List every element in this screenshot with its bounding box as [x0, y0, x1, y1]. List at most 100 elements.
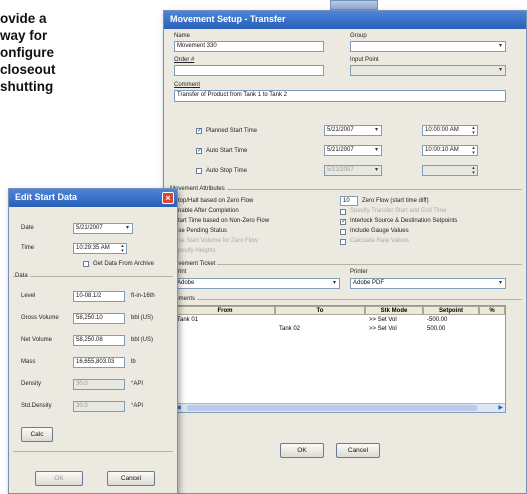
auto-stop-date-value: 5/21/2007	[327, 167, 354, 173]
movement-setup-window: Movement Setup - Transfer Name Movement …	[163, 10, 527, 494]
chevron-down-icon[interactable]: ▾	[123, 224, 132, 233]
auto-stop-date[interactable]: 5/21/2007 ▾	[324, 165, 382, 176]
gross-volume-unit: bbl (US)	[131, 315, 154, 321]
gross-volume-input[interactable]: 58,250.10	[73, 313, 125, 324]
group-select[interactable]: ▾	[350, 41, 506, 52]
net-volume-label: Net Volume	[21, 337, 53, 343]
printer-label: Printer	[350, 269, 368, 275]
planned-start-label: Planned Start Time	[206, 128, 258, 134]
density-input[interactable]: 30.0	[73, 379, 125, 390]
density-unit: °API	[131, 381, 144, 387]
elements-divider	[168, 299, 522, 300]
cancel-button[interactable]: Cancel	[336, 443, 380, 458]
density-label: Density	[21, 381, 42, 387]
date-select[interactable]: 5/21/2007 ▾	[73, 223, 133, 234]
dialog-footer-divider	[13, 451, 173, 452]
auto-start-checkbox[interactable]: ✓	[196, 148, 202, 154]
dialog-cancel-button[interactable]: Cancel	[107, 471, 155, 486]
attr-enable-after[interactable]: Enable After Completion	[174, 208, 239, 214]
date-label: Date	[21, 225, 34, 231]
planned-start-time-value: 10:00:00 AM	[425, 127, 459, 133]
col-to[interactable]: To	[275, 306, 365, 315]
time-input[interactable]: 10:29:35 AM ▴ ▾	[73, 243, 127, 254]
spinner-icon[interactable]: ▴ ▾	[470, 166, 477, 175]
print-select[interactable]: Adobe ▾	[174, 278, 340, 289]
level-unit: ft-in-16th	[131, 293, 155, 299]
name-label: Name	[174, 33, 191, 39]
table-row[interactable]: Tank 01 >> Set Vol -500.00	[175, 316, 505, 325]
spinner-icon[interactable]: ▴ ▾	[470, 126, 477, 135]
attr-specify-transfer-checkbox[interactable]	[340, 209, 346, 215]
col-stk-mode[interactable]: Stk Mode	[365, 306, 423, 315]
chevron-down-icon[interactable]: ▾	[372, 146, 381, 155]
horizontal-scrollbar[interactable]: ◀ ▶	[175, 403, 505, 412]
name-input[interactable]: Movement 330	[174, 41, 324, 52]
chevron-down-icon[interactable]: ▾	[496, 66, 505, 75]
time-value: 10:29:35 AM	[76, 245, 110, 251]
attr-start-volume[interactable]: Use Start Volume for Zero Flow	[174, 238, 258, 244]
net-volume-unit: bbl (US)	[131, 337, 154, 343]
auto-stop-checkbox[interactable]	[196, 168, 202, 174]
get-data-checkbox[interactable]	[83, 261, 89, 267]
ok-button[interactable]: OK	[280, 443, 324, 458]
attr-zero-flow[interactable]: Stop/Halt based on Zero Flow	[174, 198, 253, 204]
chevron-down-icon[interactable]: ▾	[496, 279, 505, 288]
attr-interlock-checkbox[interactable]: ✓	[340, 219, 346, 225]
std-density-input[interactable]: 30.0	[73, 401, 125, 412]
planned-start-time[interactable]: 10:00:00 AM ▴ ▾	[422, 125, 478, 136]
order-input[interactable]	[174, 65, 324, 76]
ticket-divider	[168, 264, 522, 265]
planned-start-checkbox[interactable]: ✓	[196, 128, 202, 134]
window-title: Movement Setup - Transfer	[164, 11, 526, 29]
col-setpoint[interactable]: Setpoint	[423, 306, 479, 315]
attr-pending[interactable]: Use Pending Status	[174, 228, 227, 234]
scroll-thumb[interactable]	[187, 405, 477, 411]
spinner-icon[interactable]: ▴ ▾	[119, 244, 126, 253]
comment-input[interactable]: Transfer of Product from Tank 1 to Tank …	[174, 90, 506, 102]
auto-start-label: Auto Start Time	[206, 148, 248, 154]
col-pct[interactable]: %	[479, 306, 505, 315]
col-from[interactable]: From	[175, 306, 275, 315]
attr-specify-transfer: Specify Transfer Start and End Time	[350, 208, 447, 214]
comment-label: Comment	[174, 82, 201, 88]
mass-label: Mass	[21, 359, 36, 365]
mass-unit: lb	[131, 359, 136, 365]
auto-start-date[interactable]: 5/21/2007 ▾	[324, 145, 382, 156]
auto-start-time[interactable]: 10:00:10 AM ▴ ▾	[422, 145, 478, 156]
auto-start-time-value: 10:00:10 AM	[425, 147, 459, 153]
row-to: Tank 02	[279, 326, 301, 332]
attr-heights[interactable]: Specify Heights	[174, 248, 216, 254]
row-setpoint: -500.00	[427, 317, 448, 323]
printer-select[interactable]: Adobe PDF ▾	[350, 278, 506, 289]
edit-start-data-dialog: Edit Start Data × Date 5/21/2007 ▾ Time 1…	[8, 188, 178, 494]
mass-input[interactable]: 16,655,803.03	[73, 357, 125, 368]
chevron-down-icon[interactable]: ▾	[372, 166, 381, 175]
time-label: Time	[21, 245, 35, 251]
elements-grid[interactable]: From To Stk Mode Setpoint % Tank 01 >> S…	[174, 305, 506, 413]
auto-stop-time[interactable]: ▴ ▾	[422, 165, 478, 176]
dialog-ok-button[interactable]: OK	[35, 471, 83, 486]
scroll-right-icon[interactable]: ▶	[498, 404, 503, 411]
table-row[interactable]: Tank 02 >> Set Vol 500.00	[175, 325, 505, 334]
print-value: Adobe	[177, 280, 195, 286]
calc-button[interactable]: Calc	[21, 427, 53, 442]
zero-flow-input[interactable]: 10	[340, 196, 358, 206]
row-mode: >> Set Vol	[369, 326, 397, 332]
data-label: Data	[15, 273, 30, 279]
planned-start-date[interactable]: 5/21/2007 ▾	[324, 125, 382, 136]
net-volume-input[interactable]: 58,250.08	[73, 335, 125, 346]
input-point-select[interactable]: ▾	[350, 65, 506, 76]
attr-gauge-checkbox[interactable]	[340, 229, 346, 235]
group-label: Group	[350, 33, 367, 39]
chevron-down-icon[interactable]: ▾	[496, 42, 505, 51]
chevron-down-icon[interactable]: ▾	[330, 279, 339, 288]
level-input[interactable]: 10-08.1/2	[73, 291, 125, 302]
attr-start-nonzero[interactable]: Start Time based on Non-Zero Flow	[174, 218, 269, 224]
input-point-label: Input Point	[350, 57, 379, 63]
spinner-icon[interactable]: ▴ ▾	[470, 146, 477, 155]
chevron-down-icon[interactable]: ▾	[372, 126, 381, 135]
attr-rate-checkbox[interactable]	[340, 239, 346, 245]
get-data-label: Get Data From Archive	[93, 261, 155, 267]
dialog-title: Edit Start Data	[9, 189, 177, 207]
close-icon[interactable]: ×	[162, 192, 174, 204]
